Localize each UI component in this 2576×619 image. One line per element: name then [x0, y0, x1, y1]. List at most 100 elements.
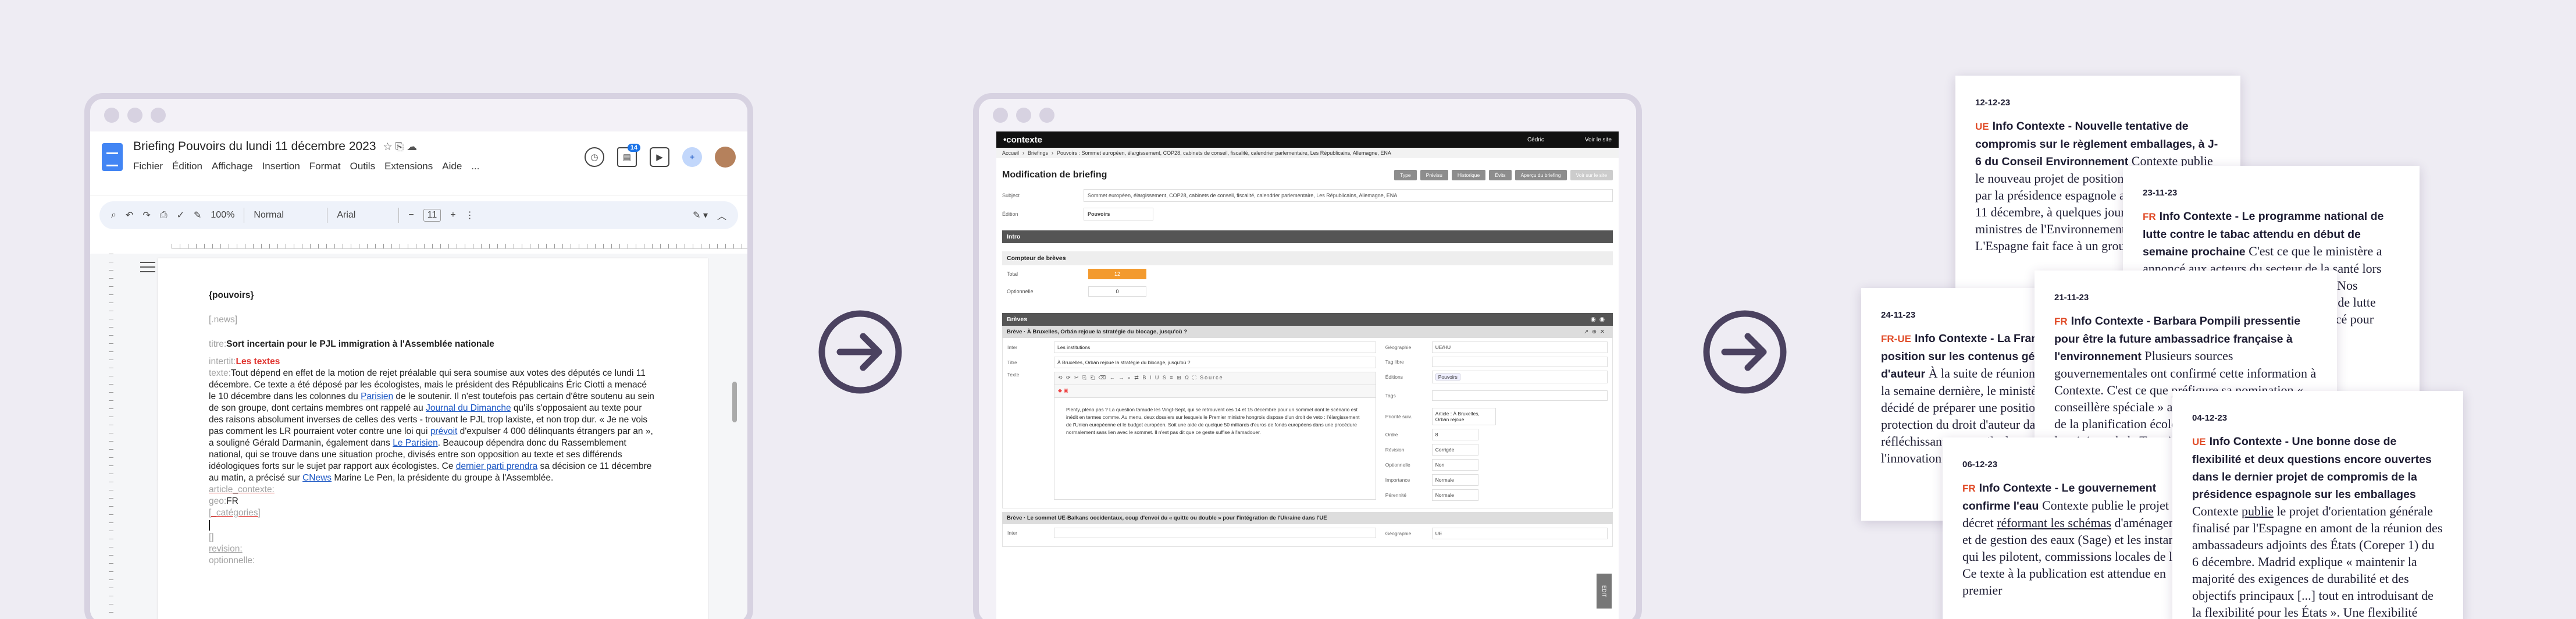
doc-article-contexte: article_contexte: — [209, 485, 275, 495]
vertical-ruler — [104, 254, 113, 619]
share-icon[interactable]: + — [682, 147, 702, 167]
size-increase-icon[interactable]: + — [450, 210, 455, 220]
breadcrumb-item: Pouvoirs : Sommet européen, élargissemen… — [1057, 150, 1391, 156]
type-button[interactable]: Type — [1394, 170, 1417, 180]
menu-bar: Fichier Édition Affichage Insertion Form… — [133, 161, 479, 172]
window-dot[interactable] — [127, 108, 142, 123]
paint-format-icon[interactable]: ✎ — [194, 209, 201, 221]
menu-fichier[interactable]: Fichier — [133, 161, 163, 172]
subject-row: Subject Sommet européen, élargissement, C… — [996, 186, 1619, 205]
inter-input[interactable] — [1054, 528, 1376, 538]
docs-logo-icon[interactable] — [102, 143, 123, 171]
font-size-input[interactable]: 11 — [423, 209, 441, 222]
menu-extensions[interactable]: Extensions — [384, 161, 433, 172]
link[interactable]: Journal du Dimanche — [426, 403, 511, 413]
view-site-link[interactable]: Voir le site — [1585, 137, 1612, 143]
browser-window-gdocs: Briefing Pouvoirs du lundi 11 décembre 2… — [84, 93, 753, 619]
menu-affichage[interactable]: Affichage — [212, 161, 253, 172]
editions-select[interactable]: Pouvoirs — [1431, 371, 1608, 383]
history-icon[interactable]: ◷ — [585, 147, 604, 167]
avatar[interactable] — [715, 147, 736, 168]
card-headline[interactable]: Info Contexte - Une bonne dose de flexib… — [2192, 435, 2432, 501]
edit-side-tab[interactable]: EDIT — [1597, 574, 1612, 609]
priority-select[interactable]: Article : À Bruxelles, Orbán rejoue — [1431, 408, 1496, 425]
titre-input[interactable]: À Bruxelles, Orbán rejoue la stratégie d… — [1054, 357, 1376, 368]
more-icon[interactable]: ⋮ — [465, 209, 475, 221]
link[interactable]: réformant les schémas — [1997, 515, 2111, 530]
editor-toolbar-2[interactable]: ◆ ▣ — [1054, 385, 1376, 398]
evits-button[interactable]: Évits — [1489, 170, 1512, 180]
optional-select[interactable]: Non — [1431, 459, 1478, 471]
spellcheck-icon[interactable]: ✓ — [177, 209, 184, 221]
edition-select[interactable]: Pouvoirs — [1084, 208, 1153, 220]
document-area: {pouvoirs} [.news] titre:Sort incertain … — [90, 254, 747, 619]
free-tag-input[interactable] — [1431, 357, 1608, 367]
menu-aide[interactable]: Aide — [442, 161, 462, 172]
link[interactable]: CNews — [302, 473, 332, 483]
editor-toolbar[interactable]: ⟲ ⟳ ✂ ⎘ ⎗ ⌫ ← → ⌕ ⇄ B I U S ≡ ⊞ Ω ⛶ Sour… — [1054, 372, 1376, 385]
comments-icon[interactable]: ▤ 14 — [617, 144, 640, 167]
redo-icon[interactable]: ↷ — [142, 209, 150, 221]
contexte-logo[interactable]: •contexte — [1003, 135, 1042, 145]
order-input[interactable]: 8 — [1431, 429, 1478, 440]
doc-brackets: [] — [209, 532, 214, 542]
view-on-site-button[interactable]: Voir sur le site — [1570, 170, 1613, 180]
history-button[interactable]: Historique — [1451, 170, 1486, 180]
window-dot[interactable] — [104, 108, 119, 123]
importance-select[interactable]: Normale — [1431, 474, 1478, 486]
breves-section[interactable]: Brèves ◉◉ — [1002, 313, 1613, 326]
meet-icon[interactable]: ▶ — [650, 147, 669, 167]
breadcrumb-item[interactable]: Briefings — [1028, 150, 1048, 156]
window-dot[interactable] — [151, 108, 166, 123]
menu-more[interactable]: ... — [471, 161, 479, 172]
browser-window-contexte: •contexte Cédric Voir le site Accueil › Br… — [973, 93, 1642, 619]
link[interactable]: Parisien — [361, 392, 393, 401]
breve-controls-icon: ↗⊕✕ — [1584, 329, 1608, 335]
edit-mode-icon[interactable]: ✎ ▾ — [693, 209, 708, 221]
geo-input[interactable]: UE — [1431, 528, 1608, 539]
breve-form-2: Inter Géographie UE — [1002, 524, 1613, 547]
revision-select[interactable]: Corrigée — [1431, 444, 1478, 456]
briefing-preview-button[interactable]: Aperçu du briefing — [1515, 170, 1567, 180]
breve-header[interactable]: Brève · À Bruxelles, Orbán rejoue la str… — [1002, 326, 1613, 338]
print-icon[interactable]: ⎙ — [160, 210, 168, 220]
rich-text-editor[interactable]: ⟲ ⟳ ✂ ⎘ ⎗ ⌫ ← → ⌕ ⇄ B I U S ≡ ⊞ Ω ⛶ Sour… — [1054, 372, 1376, 500]
user-name[interactable]: Cédric — [1527, 137, 1544, 143]
card-date: 12-12-23 — [1975, 98, 2011, 108]
scrollbar[interactable] — [732, 382, 737, 422]
menu-format[interactable]: Format — [309, 161, 341, 172]
link[interactable]: Le Parisien — [393, 438, 438, 448]
window-dot[interactable] — [1016, 108, 1031, 123]
menu-insertion[interactable]: Insertion — [262, 161, 300, 172]
size-decrease-icon[interactable]: − — [408, 210, 414, 220]
menu-outils[interactable]: Outils — [350, 161, 375, 172]
zoom-select[interactable]: 100% — [211, 210, 234, 220]
subject-input[interactable]: Sommet européen, élargissement, COP28, c… — [1084, 189, 1613, 202]
link[interactable]: dernier parti prendra — [456, 461, 537, 471]
tags-select[interactable] — [1431, 390, 1608, 401]
window-dot[interactable] — [993, 108, 1008, 123]
header-actions: ◷ ▤ 14 ▶ + — [585, 144, 736, 168]
geo-input[interactable]: UE/HU — [1431, 341, 1608, 353]
style-select[interactable]: Normal — [254, 210, 318, 220]
window-dot[interactable] — [1039, 108, 1054, 123]
link[interactable]: publie — [2242, 504, 2274, 518]
breve-header-2[interactable]: Brève · Le sommet UE-Balkans occidentaux… — [1002, 512, 1613, 524]
menu-edition[interactable]: Édition — [172, 161, 202, 172]
intro-section[interactable]: Intro — [1002, 230, 1613, 243]
outline-icon[interactable] — [140, 262, 155, 272]
collapse-icon[interactable]: ︿ — [717, 208, 726, 222]
document-page[interactable]: {pouvoirs} [.news] titre:Sort incertain … — [158, 258, 708, 619]
title-icons[interactable]: ☆ ⎘ ☁ — [383, 141, 418, 152]
news-card[interactable]: 04-12-23 UE Info Contexte - Une bonne dos… — [2172, 391, 2463, 619]
breadcrumb-item[interactable]: Accueil — [1002, 150, 1019, 156]
font-select[interactable]: Arial — [337, 210, 389, 220]
arrow-right-icon — [1703, 310, 1787, 394]
inter-input[interactable]: Les institutions — [1054, 341, 1376, 353]
preview-button[interactable]: Prévisu — [1420, 170, 1448, 180]
doc-title[interactable]: Briefing Pouvoirs du lundi 11 décembre 2… — [133, 140, 479, 154]
search-icon[interactable]: ⌕ — [111, 210, 116, 220]
link[interactable]: prévoit — [430, 426, 458, 436]
perennity-select[interactable]: Normale — [1431, 489, 1478, 501]
undo-icon[interactable]: ↶ — [126, 209, 133, 221]
